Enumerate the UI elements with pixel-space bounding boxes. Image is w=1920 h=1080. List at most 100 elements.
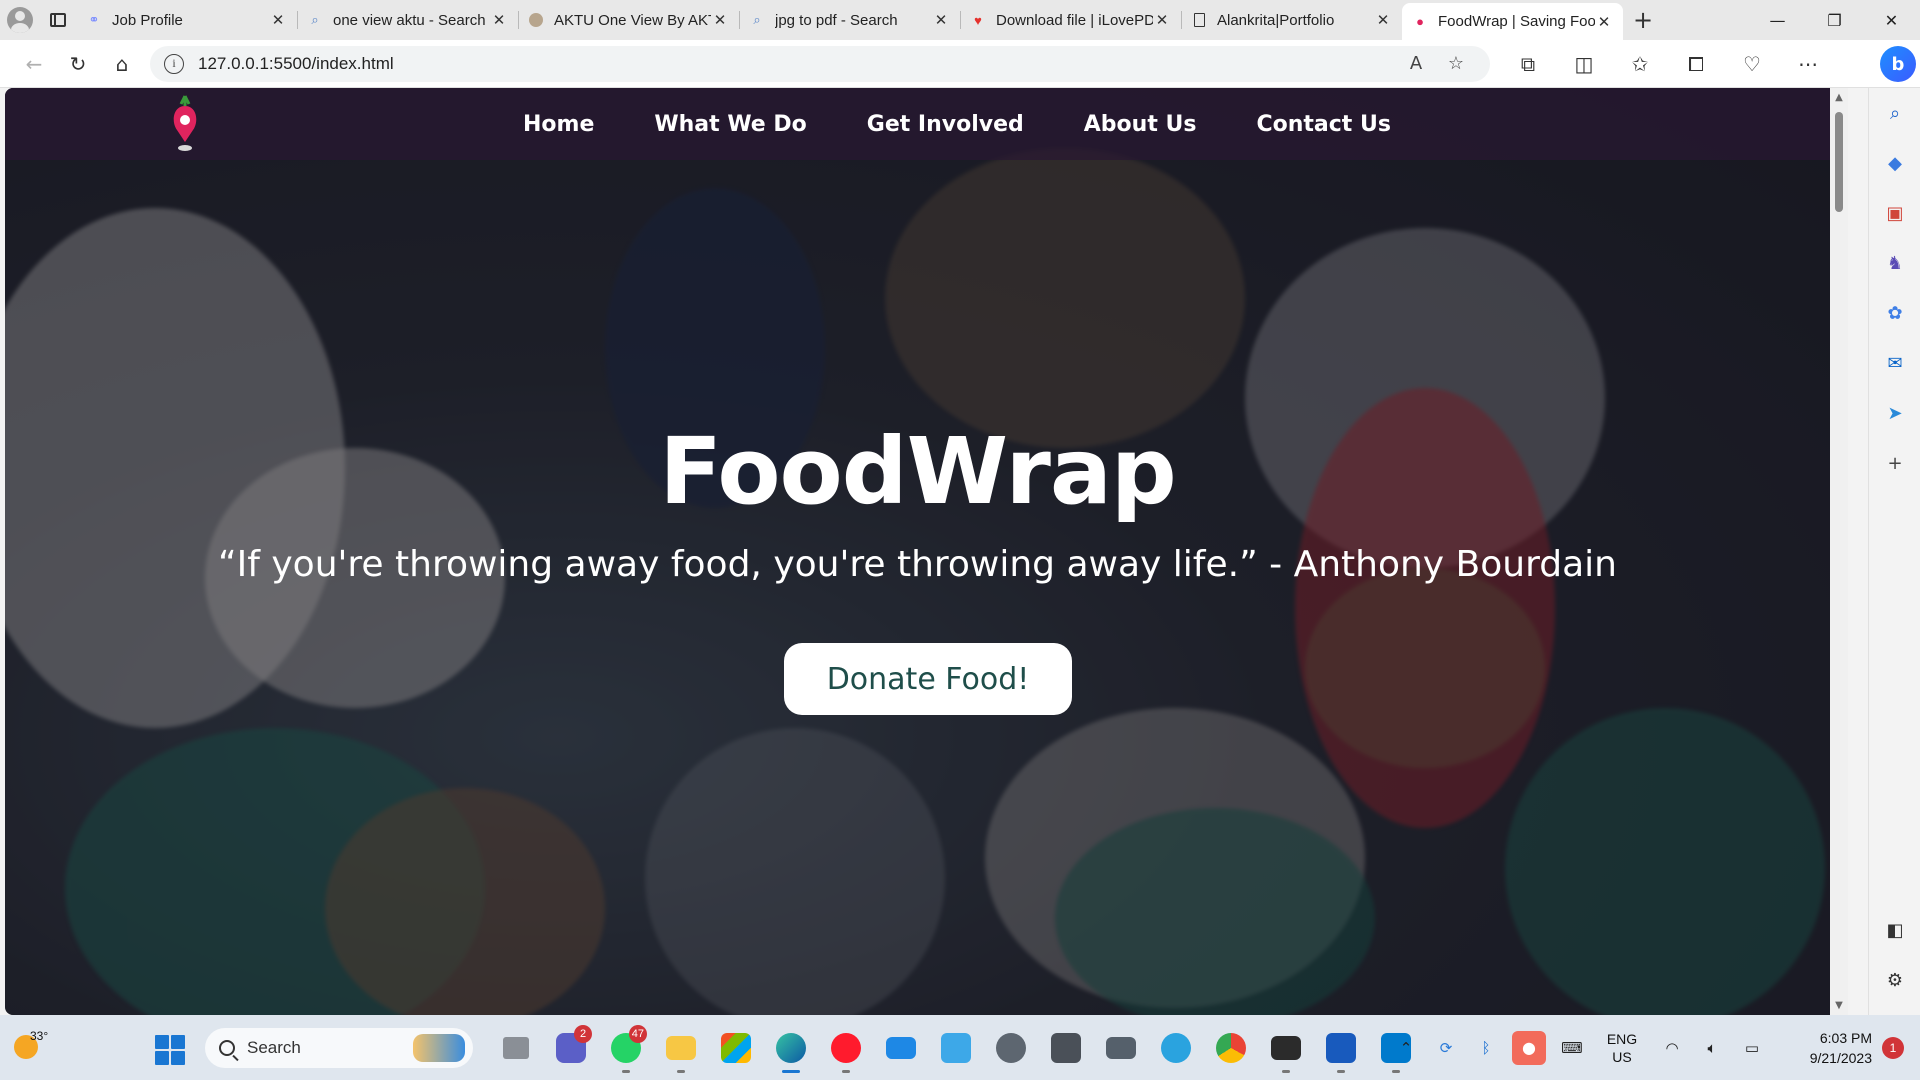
start-tile — [171, 1035, 185, 1049]
restore-button[interactable]: ❐ — [1806, 0, 1863, 40]
language-indicator[interactable]: ENG US — [1592, 1030, 1652, 1066]
collections-icon[interactable]: ⧠ — [1668, 44, 1724, 84]
edge-button[interactable] — [763, 1025, 818, 1073]
tab-close-icon[interactable]: ✕ — [932, 11, 950, 29]
read-aloud-icon[interactable]: A — [1396, 53, 1436, 74]
sidebar-tools-icon[interactable]: ▣ — [1869, 188, 1920, 238]
microphone-icon[interactable]: ● — [1512, 1030, 1546, 1065]
search-highlight-icon — [413, 1034, 465, 1062]
tab-close-icon[interactable]: ✕ — [1153, 11, 1171, 29]
task-view-button[interactable] — [488, 1025, 543, 1071]
new-tab-button[interactable]: + — [1623, 0, 1663, 40]
tab-close-icon[interactable]: ✕ — [711, 11, 729, 29]
sidebar-search-icon[interactable]: ⌕ — [1869, 88, 1920, 138]
system-tray: ⌃ ⟳ ᛒ ● ⌨ ENG US ◠ 🔈︎ ▭ 6:03 PM 9/21/202… — [1386, 1015, 1920, 1080]
donate-food-button[interactable]: Donate Food! — [784, 643, 1072, 715]
sidebar-shopping-icon[interactable]: ◆ — [1869, 138, 1920, 188]
window-controls: — ❐ ✕ — [1749, 0, 1920, 40]
tab-actions-button[interactable] — [40, 0, 76, 40]
sidebar-add-icon[interactable]: + — [1869, 438, 1920, 488]
tab-close-icon[interactable]: ✕ — [1374, 11, 1392, 29]
nav-home-link[interactable]: Home — [523, 112, 594, 137]
settings-button[interactable] — [983, 1025, 1038, 1071]
browser-tab[interactable]: ⌕ jpg to pdf - Search ✕ — [739, 3, 960, 37]
more-menu-icon[interactable]: ⋯ — [1780, 44, 1836, 84]
browser-tab[interactable]: ♥ Download file | iLovePDF ✕ — [960, 3, 1181, 37]
opera-button[interactable] — [818, 1025, 873, 1073]
notification-badge[interactable]: 1 — [1882, 1036, 1904, 1059]
favorite-star-icon[interactable]: ☆ — [1436, 53, 1476, 74]
file-explorer-button[interactable] — [653, 1025, 708, 1073]
favorites-icon[interactable]: ✩ — [1612, 44, 1668, 84]
sidebar-microsoft365-icon[interactable]: ✿ — [1869, 288, 1920, 338]
tab-title: Alankrita|Portfolio — [1217, 11, 1335, 29]
browser-tab[interactable]: ⚭ Job Profile ✕ — [76, 3, 297, 37]
address-url[interactable]: 127.0.0.1:5500/index.html — [198, 54, 1396, 74]
wifi-icon[interactable]: ◠ — [1652, 1039, 1692, 1057]
weather-widget[interactable]: 33° — [0, 1015, 70, 1080]
close-window-button[interactable]: ✕ — [1863, 0, 1920, 40]
sidebar-hide-icon[interactable]: ◧ — [1869, 905, 1920, 955]
nav-what-we-do-link[interactable]: What We Do — [654, 112, 806, 137]
battery-icon[interactable]: ▭ — [1732, 1039, 1772, 1057]
site-info-icon[interactable]: i — [164, 53, 184, 74]
browser-tab-active[interactable]: ● FoodWrap | Saving Food ✕ — [1402, 3, 1623, 40]
terminal-icon — [1270, 1036, 1301, 1060]
language-region: US — [1612, 1048, 1632, 1065]
chrome-button[interactable] — [1203, 1025, 1258, 1071]
sidebar-games-icon[interactable]: ♞ — [1869, 238, 1920, 288]
calculator-button[interactable] — [1038, 1025, 1093, 1071]
browser-tab[interactable]: AKTU One View By AKTU ✕ — [518, 3, 739, 37]
minimize-button[interactable]: — — [1749, 0, 1806, 40]
scrollbar-thumb[interactable] — [1835, 112, 1843, 212]
address-bar[interactable]: i 127.0.0.1:5500/index.html A ☆ — [150, 45, 1490, 82]
terminal-button[interactable] — [1258, 1025, 1313, 1073]
microsoft-store-button[interactable] — [708, 1025, 763, 1071]
sidebar-outlook-icon[interactable]: ✉ — [1869, 338, 1920, 388]
clock[interactable]: 6:03 PM 9/21/2023 — [1772, 1028, 1872, 1068]
keyboard-icon[interactable]: ⌨ — [1552, 1039, 1592, 1057]
start-button[interactable] — [155, 1035, 185, 1065]
sidebar-drop-icon[interactable]: ➤ — [1869, 388, 1920, 438]
extensions-icon[interactable]: ⧉ — [1500, 44, 1556, 84]
browser-tab[interactable]: Alankrita|Portfolio ✕ — [1181, 3, 1402, 37]
mail-icon — [885, 1037, 916, 1059]
running-indicator — [621, 1070, 630, 1073]
photos-button[interactable] — [928, 1025, 983, 1071]
back-button[interactable]: ← — [12, 44, 56, 84]
profile-button[interactable] — [0, 0, 40, 40]
sync-icon[interactable]: ⟳ — [1426, 1039, 1466, 1057]
volume-icon[interactable]: 🔈︎ — [1692, 1039, 1732, 1057]
split-screen-icon[interactable]: ◫ — [1556, 44, 1612, 84]
browser-tab[interactable]: ⌕ one view aktu - Search ✕ — [297, 3, 518, 37]
scroll-up-arrow-icon[interactable]: ▲ — [1830, 92, 1848, 103]
browser-essentials-icon[interactable]: ♡ — [1724, 44, 1780, 84]
whatsapp-button[interactable]: 47 — [598, 1025, 653, 1073]
calculator-icon — [1050, 1033, 1081, 1063]
show-hidden-icons-chevron-icon[interactable]: ⌃ — [1386, 1039, 1426, 1057]
refresh-button[interactable]: ↻ — [56, 44, 100, 84]
mail-button[interactable] — [873, 1025, 928, 1071]
sidebar-settings-icon[interactable]: ⚙ — [1869, 955, 1920, 1005]
scroll-down-arrow-icon[interactable]: ▼ — [1830, 1000, 1848, 1011]
page-scrollbar[interactable]: ▲ ▼ — [1830, 88, 1848, 1015]
running-indicator — [1336, 1070, 1345, 1073]
running-indicator — [781, 1070, 800, 1073]
nav-get-involved-link[interactable]: Get Involved — [867, 112, 1024, 137]
taskbar-search-box[interactable]: Search — [205, 1028, 473, 1068]
bluetooth-icon[interactable]: ᛒ — [1466, 1039, 1506, 1057]
camera-button[interactable] — [1093, 1025, 1148, 1071]
nav-about-us-link[interactable]: About Us — [1084, 112, 1197, 137]
tab-close-icon[interactable]: ✕ — [490, 11, 508, 29]
telegram-button[interactable] — [1148, 1025, 1203, 1071]
copilot-icon[interactable]: b — [1880, 46, 1916, 82]
aktu-icon — [528, 12, 544, 28]
tab-title: one view aktu - Search — [333, 11, 486, 29]
teams-chat-button[interactable]: 2 — [543, 1025, 598, 1071]
tab-close-icon[interactable]: ✕ — [269, 11, 287, 29]
word-button[interactable] — [1313, 1025, 1368, 1073]
tab-close-icon[interactable]: ✕ — [1595, 13, 1613, 31]
nav-contact-us-link[interactable]: Contact Us — [1256, 112, 1390, 137]
foodwrap-logo-icon[interactable] — [165, 92, 205, 156]
home-button[interactable]: ⌂ — [100, 44, 144, 84]
